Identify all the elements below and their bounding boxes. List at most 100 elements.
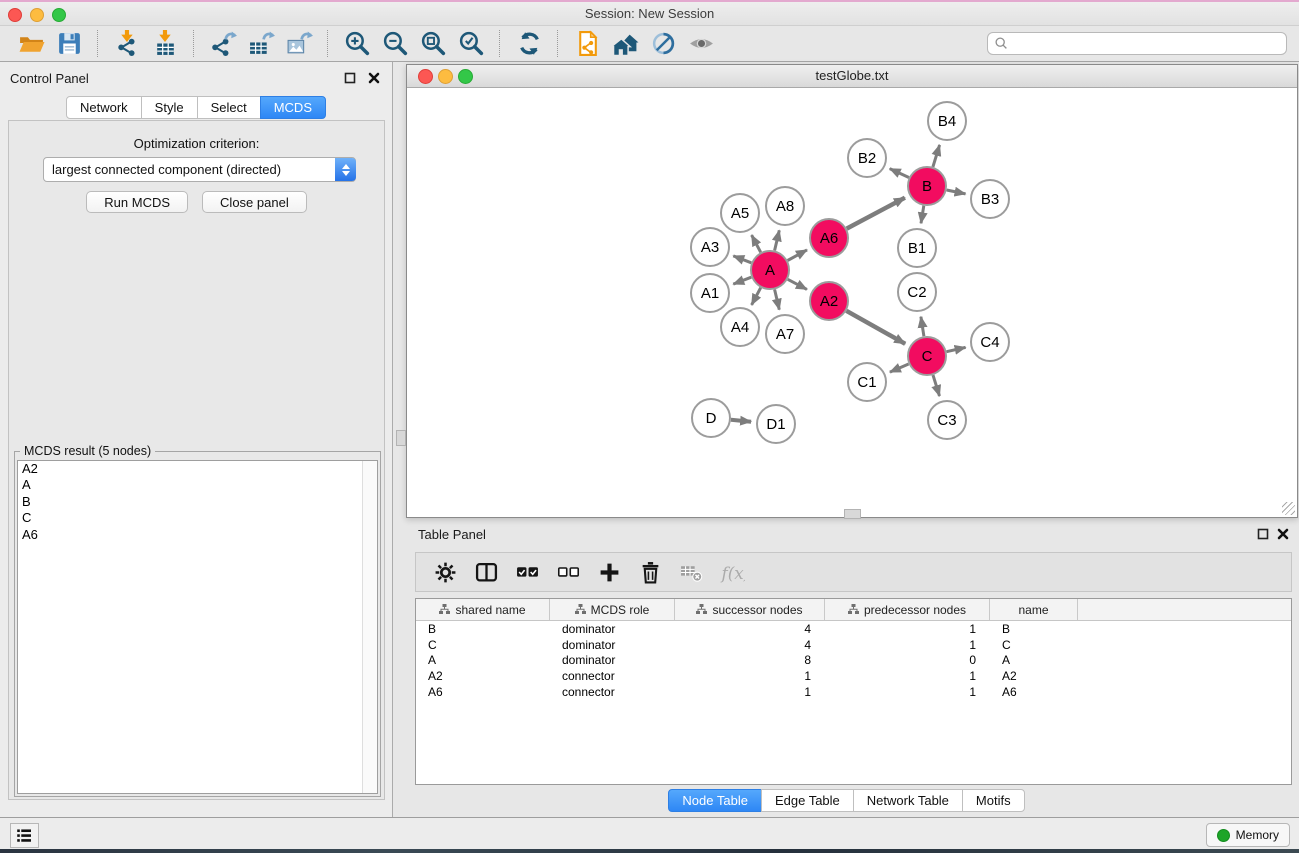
cell-MCDS-role[interactable]: dominator <box>550 622 675 636</box>
cell-shared-name[interactable]: A6 <box>416 685 550 699</box>
split-panel-icon[interactable] <box>473 559 499 585</box>
node-A2[interactable]: A2 <box>810 282 848 320</box>
export-table-icon[interactable] <box>246 29 276 59</box>
edge-A-A1[interactable] <box>733 277 751 284</box>
close-panel-button-2[interactable]: Close panel <box>202 191 307 213</box>
cell-shared-name[interactable]: C <box>416 638 550 652</box>
tab-network[interactable]: Network <box>66 96 142 119</box>
node-B[interactable]: B <box>908 167 946 205</box>
tab-node-table[interactable]: Node Table <box>668 789 762 812</box>
zoom-selected-icon[interactable] <box>456 29 486 59</box>
vertical-splitter-grip[interactable] <box>396 430 406 446</box>
edge-B-B4[interactable] <box>933 145 940 167</box>
result-item[interactable]: A <box>18 477 377 493</box>
result-item[interactable]: A6 <box>18 527 377 543</box>
node-A7[interactable]: A7 <box>766 315 804 353</box>
cell-predecessor-nodes[interactable]: 1 <box>825 669 990 683</box>
cell-MCDS-role[interactable]: dominator <box>550 653 675 667</box>
select-all-icon[interactable] <box>514 559 540 585</box>
home-icon[interactable] <box>610 29 640 59</box>
node-C2[interactable]: C2 <box>898 273 936 311</box>
graphics-details-icon[interactable] <box>648 29 678 59</box>
edge-A-A2[interactable] <box>788 279 807 289</box>
edge-C-C1[interactable] <box>890 364 909 372</box>
edge-A6-B[interactable] <box>847 198 905 229</box>
node-B2[interactable]: B2 <box>848 139 886 177</box>
node-C[interactable]: C <box>908 337 946 375</box>
eye-icon[interactable] <box>686 29 716 59</box>
tab-style[interactable]: Style <box>141 96 198 119</box>
node-C1[interactable]: C1 <box>848 363 886 401</box>
edge-D-D1[interactable] <box>731 420 751 422</box>
add-icon[interactable] <box>596 559 622 585</box>
node-A6[interactable]: A6 <box>810 219 848 257</box>
result-item[interactable]: A2 <box>18 461 377 477</box>
cell-successor-nodes[interactable]: 4 <box>675 638 825 652</box>
cell-name[interactable]: A6 <box>990 685 1078 699</box>
node-B4[interactable]: B4 <box>928 102 966 140</box>
tab-motifs[interactable]: Motifs <box>962 789 1025 812</box>
column-header-shared-name[interactable]: shared name <box>416 599 550 620</box>
export-network-icon[interactable] <box>208 29 238 59</box>
edge-A2-C[interactable] <box>846 311 905 344</box>
cell-name[interactable]: B <box>990 622 1078 636</box>
edge-C-C4[interactable] <box>947 347 966 351</box>
table-float-button[interactable] <box>1256 527 1269 540</box>
edge-B-B2[interactable] <box>890 169 909 178</box>
memory-button[interactable]: Memory <box>1206 823 1290 847</box>
export-image-icon[interactable] <box>284 29 314 59</box>
zoom-fit-icon[interactable] <box>418 29 448 59</box>
column-header-predecessor-nodes[interactable]: predecessor nodes <box>825 599 990 620</box>
table-row[interactable]: A2connector11A2 <box>416 668 1291 684</box>
cell-name[interactable]: A <box>990 653 1078 667</box>
task-history-button[interactable] <box>10 823 39 848</box>
cell-successor-nodes[interactable]: 1 <box>675 685 825 699</box>
edge-A-A8[interactable] <box>775 230 780 250</box>
run-mcds-button[interactable]: Run MCDS <box>86 191 188 213</box>
tab-mcds[interactable]: MCDS <box>260 96 326 119</box>
edge-A-A5[interactable] <box>752 235 761 252</box>
node-C3[interactable]: C3 <box>928 401 966 439</box>
close-panel-button[interactable] <box>367 71 380 84</box>
cell-shared-name[interactable]: A2 <box>416 669 550 683</box>
network-file-icon[interactable] <box>572 29 602 59</box>
save-icon[interactable] <box>54 29 84 59</box>
result-item[interactable]: B <box>18 494 377 510</box>
cell-MCDS-role[interactable]: dominator <box>550 638 675 652</box>
search-input[interactable] <box>1009 35 1286 53</box>
node-A4[interactable]: A4 <box>721 308 759 346</box>
edge-B-B1[interactable] <box>921 206 924 224</box>
zoom-in-icon[interactable] <box>342 29 372 59</box>
node-A3[interactable]: A3 <box>691 228 729 266</box>
network-canvas[interactable]: B4 B2 B B3 A8 A5 A6 A3 B1 A C2 A1 A2 A4 … <box>407 88 1297 517</box>
cell-successor-nodes[interactable]: 4 <box>675 622 825 636</box>
node-A8[interactable]: A8 <box>766 187 804 225</box>
edge-A-A3[interactable] <box>733 256 751 263</box>
optimization-criterion-select[interactable]: largest connected component (directed) <box>43 157 356 182</box>
node-A5[interactable]: A5 <box>721 194 759 232</box>
cell-name[interactable]: A2 <box>990 669 1078 683</box>
result-item[interactable]: C <box>18 510 377 526</box>
edge-A-A4[interactable] <box>752 288 761 305</box>
column-header-name[interactable]: name <box>990 599 1078 620</box>
edge-A-A7[interactable] <box>775 290 780 310</box>
cell-shared-name[interactable]: B <box>416 622 550 636</box>
tab-network-table[interactable]: Network Table <box>853 789 963 812</box>
resize-grip-icon[interactable] <box>1282 502 1295 515</box>
deselect-all-icon[interactable] <box>555 559 581 585</box>
node-D[interactable]: D <box>692 399 730 437</box>
table-close-button[interactable] <box>1276 527 1289 540</box>
cell-MCDS-role[interactable]: connector <box>550 669 675 683</box>
table-row[interactable]: Bdominator41B <box>416 621 1291 637</box>
cell-name[interactable]: C <box>990 638 1078 652</box>
edge-C-C3[interactable] <box>933 375 940 396</box>
table-row[interactable]: Cdominator41C <box>416 637 1291 653</box>
cell-successor-nodes[interactable]: 1 <box>675 669 825 683</box>
trash-icon[interactable] <box>637 559 663 585</box>
zoom-out-icon[interactable] <box>380 29 410 59</box>
import-network-icon[interactable] <box>112 29 142 59</box>
tab-edge-table[interactable]: Edge Table <box>761 789 854 812</box>
network-window-titlebar[interactable]: testGlobe.txt <box>407 65 1297 88</box>
table-row[interactable]: A6connector11A6 <box>416 684 1291 700</box>
float-panel-button[interactable] <box>343 71 356 84</box>
